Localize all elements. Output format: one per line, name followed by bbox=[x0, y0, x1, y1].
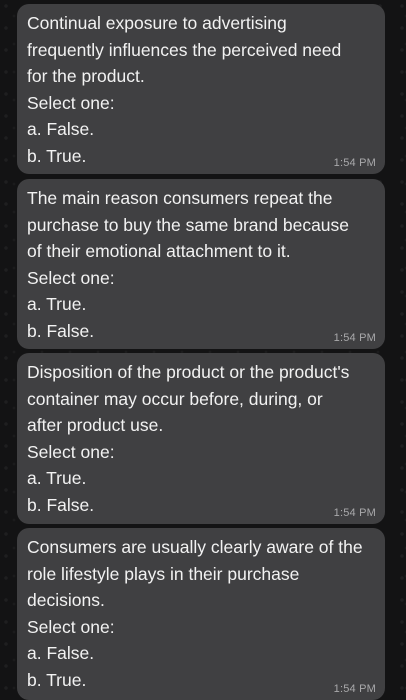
message-bubble[interactable]: Disposition of the product or the produc… bbox=[17, 353, 385, 524]
message-timestamp: 1:54 PM bbox=[333, 683, 376, 695]
message-timestamp: 1:54 PM bbox=[333, 332, 376, 344]
option-b: b. False. bbox=[27, 320, 95, 341]
select-one-label: Select one: bbox=[27, 267, 115, 288]
option-a: a. True. bbox=[27, 294, 87, 314]
option-b: b. False. bbox=[27, 494, 95, 515]
option-b: b. True. bbox=[27, 145, 87, 166]
option-a: a. True. bbox=[27, 468, 87, 488]
select-one-label: Select one: bbox=[27, 92, 115, 113]
question-text: Continual exposure to advertising freque… bbox=[27, 13, 342, 86]
question-text: The main reason consumers repeat the pur… bbox=[27, 188, 350, 261]
message-timestamp: 1:54 PM bbox=[333, 507, 376, 519]
question-text: Consumers are usually clearly aware of t… bbox=[27, 537, 363, 610]
question-text: Disposition of the product or the produc… bbox=[27, 362, 350, 435]
message-bubble[interactable]: The main reason consumers repeat the pur… bbox=[17, 179, 385, 349]
message-bubble[interactable]: Continual exposure to advertising freque… bbox=[17, 4, 385, 174]
message-timestamp: 1:54 PM bbox=[333, 157, 376, 169]
select-one-label: Select one: bbox=[27, 616, 115, 637]
option-a: a. False. bbox=[27, 119, 95, 139]
option-b: b. True. bbox=[27, 669, 87, 690]
message-list[interactable]: Continual exposure to advertising freque… bbox=[0, 0, 406, 700]
option-a: a. False. bbox=[27, 643, 95, 663]
select-one-label: Select one: bbox=[27, 441, 115, 462]
message-bubble[interactable]: Consumers are usually clearly aware of t… bbox=[17, 528, 385, 700]
